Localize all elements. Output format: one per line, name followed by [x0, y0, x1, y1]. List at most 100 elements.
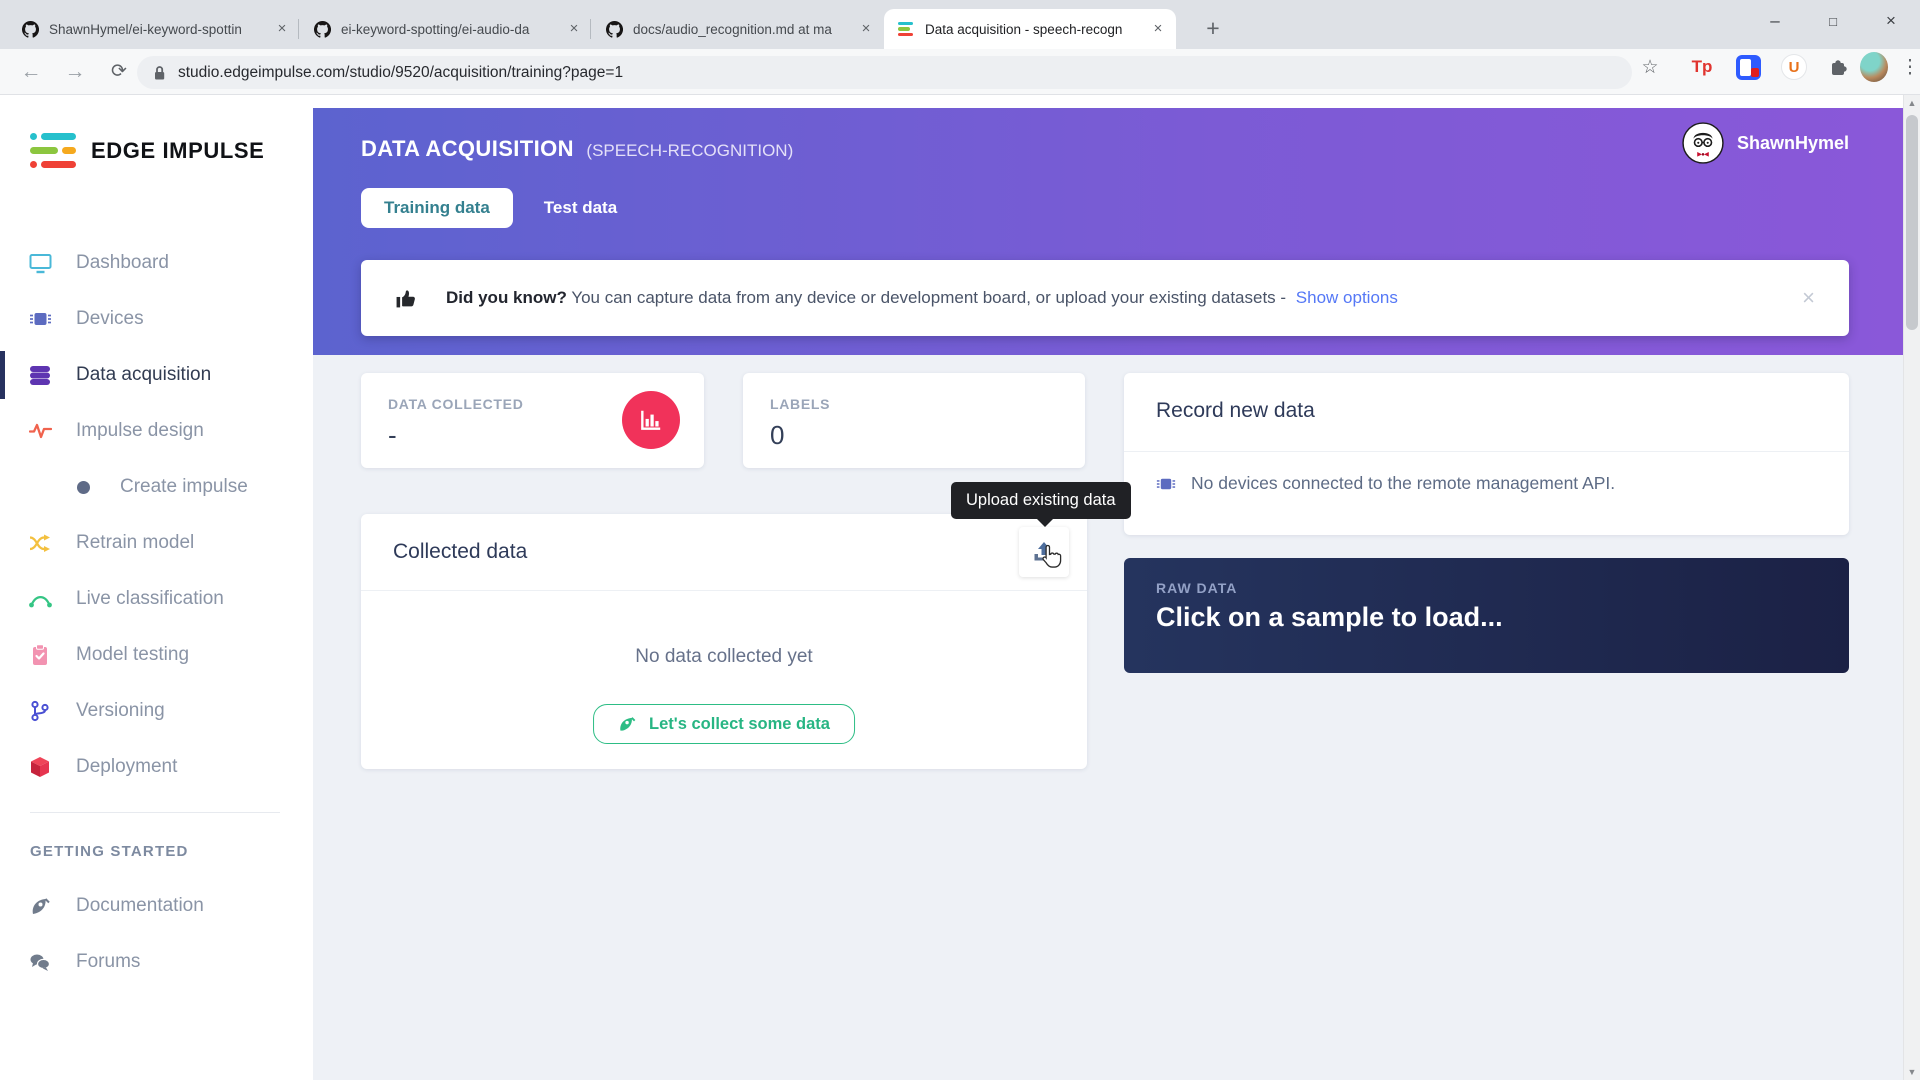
scroll-up-icon[interactable]: ▲	[1904, 95, 1920, 111]
sidebar-item-impulse-design[interactable]: Impulse design	[0, 403, 313, 459]
browser-menu-icon[interactable]: ⋮	[1896, 53, 1920, 81]
sidebar-item-live-classification[interactable]: Live classification	[0, 571, 313, 627]
collect-data-button[interactable]: Let's collect some data	[593, 704, 855, 744]
github-icon	[314, 21, 331, 38]
upload-tooltip: Upload existing data	[951, 482, 1131, 519]
logo-text: EDGE IMPULSE	[91, 138, 264, 164]
tab-strip: ShawnHymel/ei-keyword-spottin × ei-keywo…	[0, 0, 1920, 49]
user-avatar	[1682, 122, 1724, 164]
tab-test-data[interactable]: Test data	[544, 198, 617, 218]
clipboard-check-icon	[27, 644, 53, 666]
tab-github-2[interactable]: ei-keyword-spotting/ei-audio-da ×	[300, 9, 592, 49]
sidebar-item-documentation[interactable]: Documentation	[0, 878, 313, 934]
sidebar-item-model-testing[interactable]: Model testing	[0, 627, 313, 683]
tab-close-icon[interactable]: ×	[856, 19, 876, 39]
banner-close-icon[interactable]: ×	[1802, 285, 1815, 311]
raw-data-card[interactable]: RAW DATA Click on a sample to load...	[1124, 558, 1849, 673]
lock-icon	[153, 65, 166, 81]
stat-value: -	[388, 420, 397, 451]
sidebar-item-label: Versioning	[76, 700, 165, 722]
did-you-know-banner: Did you know? You can capture data from …	[361, 260, 1849, 336]
page-scrollbar[interactable]: ▲ ▼	[1903, 95, 1920, 1080]
getting-started-label: GETTING STARTED	[30, 843, 189, 860]
raw-data-message: Click on a sample to load...	[1156, 602, 1503, 633]
window-minimize-button[interactable]: –	[1746, 0, 1804, 42]
banner-text: Did you know? You can capture data from …	[446, 288, 1398, 308]
card-divider	[361, 590, 1087, 591]
stat-label: DATA COLLECTED	[388, 396, 524, 412]
cube-icon	[27, 756, 53, 778]
edge-impulse-logo[interactable]: EDGE IMPULSE	[30, 133, 264, 169]
sidebar-item-label: Deployment	[76, 756, 177, 778]
collected-data-card: Collected data No data collected yet Let…	[361, 514, 1087, 769]
tab-close-icon[interactable]: ×	[272, 19, 292, 39]
top-strip	[313, 95, 1903, 108]
forward-button[interactable]: →	[58, 57, 92, 87]
tab-close-icon[interactable]: ×	[564, 19, 584, 39]
main-content: DATA ACQUISITION (SPEECH-RECOGNITION) Tr…	[313, 95, 1903, 1080]
shuffle-icon	[27, 534, 53, 552]
labels-card: LABELS 0	[743, 373, 1085, 468]
tab-separator	[590, 19, 591, 39]
page-title-text: DATA ACQUISITION	[361, 136, 574, 161]
sidebar-item-label: Documentation	[76, 895, 204, 917]
sidebar-item-forums[interactable]: Forums	[0, 934, 313, 990]
extension-ublock-icon[interactable]: U	[1780, 53, 1808, 81]
window-maximize-button[interactable]: □	[1804, 0, 1862, 42]
sidebar-item-data-acquisition[interactable]: Data acquisition	[0, 347, 313, 403]
edge-impulse-logo-icon	[30, 133, 76, 169]
tab-close-icon[interactable]: ×	[1148, 19, 1168, 39]
tab-title: ShawnHymel/ei-keyword-spottin	[49, 22, 272, 37]
browser-window: ShawnHymel/ei-keyword-spottin × ei-keywo…	[0, 0, 1920, 1080]
sidebar-item-label: Model testing	[76, 644, 189, 666]
waveform-icon	[27, 423, 53, 439]
raw-data-label: RAW DATA	[1156, 580, 1237, 596]
chip-icon	[1156, 474, 1176, 494]
git-branch-icon	[27, 700, 53, 722]
window-close-button[interactable]: ×	[1862, 0, 1920, 42]
chip-icon	[27, 308, 53, 330]
user-menu[interactable]: ShawnHymel	[1682, 122, 1849, 164]
bullet-icon	[77, 481, 90, 494]
sidebar-item-label: Impulse design	[76, 420, 204, 442]
username: ShawnHymel	[1737, 133, 1849, 154]
banner-body: You can capture data from any device or …	[571, 288, 1286, 307]
rocket-icon	[27, 896, 53, 917]
tab-github-1[interactable]: ShawnHymel/ei-keyword-spottin ×	[8, 9, 300, 49]
github-icon	[606, 21, 623, 38]
sidebar-item-devices[interactable]: Devices	[0, 291, 313, 347]
scroll-down-icon[interactable]: ▼	[1904, 1064, 1920, 1080]
bar-chart-icon	[638, 407, 664, 433]
bookmark-star-icon[interactable]: ☆	[1636, 53, 1664, 81]
url-text[interactable]: studio.edgeimpulse.com/studio/9520/acqui…	[178, 64, 623, 82]
address-bar[interactable]: studio.edgeimpulse.com/studio/9520/acqui…	[137, 56, 1632, 89]
no-devices-text: No devices connected to the remote manag…	[1191, 473, 1615, 494]
rocket-icon	[618, 715, 637, 734]
tab-github-3[interactable]: docs/audio_recognition.md at ma ×	[592, 9, 884, 49]
sidebar-item-create-impulse[interactable]: Create impulse	[0, 459, 313, 515]
sidebar-item-versioning[interactable]: Versioning	[0, 683, 313, 739]
collected-data-title: Collected data	[393, 540, 527, 564]
thumbs-up-icon	[395, 287, 418, 309]
profile-avatar[interactable]	[1860, 53, 1888, 81]
banner-bold: Did you know?	[446, 288, 567, 307]
tab-edge-impulse-active[interactable]: Data acquisition - speech-recogn ×	[884, 9, 1176, 49]
sidebar-secondary-nav: Documentation Forums	[0, 878, 313, 990]
show-options-link[interactable]: Show options	[1296, 288, 1398, 307]
sidebar-item-retrain-model[interactable]: Retrain model	[0, 515, 313, 571]
extension-tampermonkey-icon[interactable]: Tp	[1688, 53, 1716, 81]
window-controls: – □ ×	[1746, 0, 1920, 42]
page-title: DATA ACQUISITION (SPEECH-RECOGNITION)	[361, 136, 793, 162]
sidebar-item-dashboard[interactable]: Dashboard	[0, 235, 313, 291]
scrollbar-thumb[interactable]	[1906, 115, 1918, 330]
reload-button[interactable]: ⟳	[102, 57, 136, 87]
stat-value: 0	[770, 420, 784, 451]
extensions-puzzle-icon[interactable]	[1824, 53, 1852, 81]
tab-training-data[interactable]: Training data	[361, 188, 513, 228]
extension-privacy-icon[interactable]	[1734, 53, 1762, 81]
data-tabs: Training data Test data	[361, 188, 617, 228]
tab-title: ei-keyword-spotting/ei-audio-da	[341, 22, 564, 37]
sidebar-item-deployment[interactable]: Deployment	[0, 739, 313, 795]
back-button[interactable]: ←	[14, 57, 48, 87]
new-tab-button[interactable]: +	[1196, 13, 1230, 45]
